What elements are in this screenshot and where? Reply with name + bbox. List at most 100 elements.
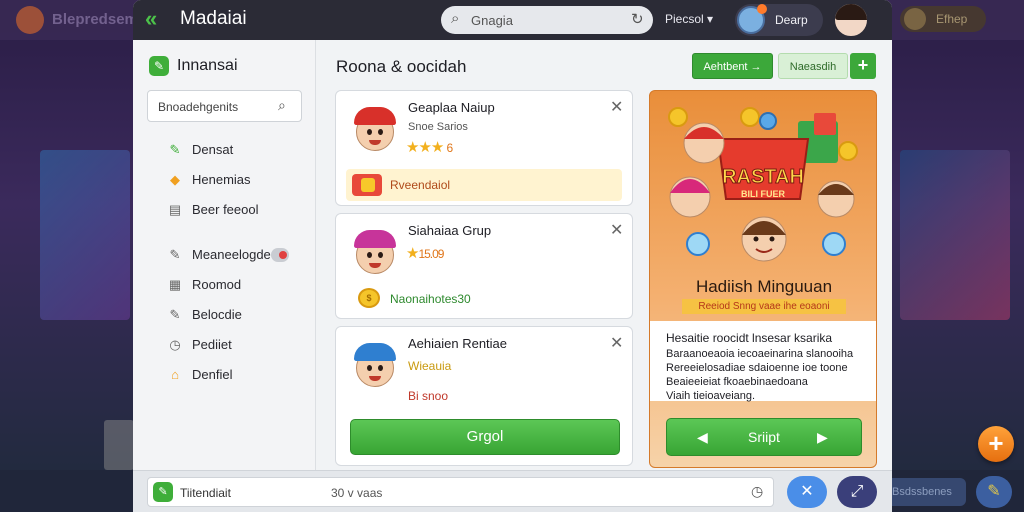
sidebar-item-label: Belocdie [192,307,242,322]
shuffle-button[interactable]: ✕ [787,476,827,508]
sidebar-item-label: Meaneelogde [192,247,271,262]
toggle-switch[interactable] [271,248,289,262]
avatar [350,103,400,155]
background-chat-icon: ✎ [976,476,1012,508]
bottom-bar: ✎ Tiitendiait 30 v vaas ◷ ✕ ⤢ [133,470,892,512]
sidebar-item-label: Roomod [192,277,242,292]
sidebar-search-input[interactable]: Bnoadehgenits ⌕ [147,90,302,122]
background-chip-label: Efhep [936,12,968,26]
rating-value: 15.09 [418,247,444,261]
card-title: Geaplaa Naiup [408,100,495,115]
primary-action-button[interactable]: Aehtbent → [692,53,773,79]
notification-badge [757,4,767,14]
sidebar-item-label: Denfiel [192,367,233,382]
toggle-knob [279,251,287,259]
banner-button-label: Sriipt [748,429,780,445]
background-billboard-right [900,150,1010,320]
play-right-icon: ▶ [817,429,828,445]
background-logo [16,6,44,34]
sidebar-search-text: Bnoadehgenits [158,100,239,114]
page-title: Roona & oocidah [336,57,467,76]
banner-description: Hesaitie roocidt lnsesar ksarika Baraano… [650,321,876,402]
join-group-button[interactable]: Grgol [350,419,620,455]
app-window: « Madaiai ⌕ Gnagia ↻ Piecsol ▾ Dearp ✎ I… [133,0,892,512]
weekly-reward-banner[interactable]: RASTAH BILI FUER Hadiish Minguuan Reeiod… [649,90,877,468]
coin-reward-text: Naonaihotes30 [390,292,471,306]
close-icon[interactable]: ✕ [610,97,623,117]
sidebar-item-label: Pediiet [192,337,232,352]
refresh-icon[interactable]: ↻ [631,10,644,28]
avatar-eye [367,129,372,135]
star-rating: ★15.09 [406,244,444,262]
close-icon[interactable]: ✕ [610,333,623,353]
message-input[interactable]: ✎ Tiitendiait 30 v vaas ◷ [147,477,774,507]
sidebar: ✎ Innansai Bnoadehgenits ⌕ ✎ Densat ◆ Henem… [133,40,316,512]
titlebar: « Madaiai ⌕ Gnagia ↻ Piecsol ▾ Dearp [133,0,892,40]
profile-avatar[interactable] [833,2,869,38]
main-content: Roona & oocidah Aehtbent → Naeasdih + Ge… [317,40,892,470]
banner-description-line: Baraanoeaoia iecoaeinarina slanooiha [666,348,854,360]
location-dropdown[interactable]: Piecsol ▾ [665,12,713,26]
pencil-icon: ✎ [169,307,181,322]
banner-tagline: Reeiod Snng vaae ihe eoaoni [682,299,846,314]
background-bottom-chip: Bsdssbenes [880,478,966,506]
card-detail: Wieauia [408,359,452,373]
chevron-down-icon: ▾ [707,12,714,26]
avatar-cap [354,343,396,361]
card-subtitle: Snoe Sarios [408,121,468,133]
sidebar-item-label: Henemias [192,172,251,187]
wrench-icon: ✎ [169,142,181,157]
rating-value: 6 [446,141,454,155]
calendar-icon: ▦ [168,277,182,292]
background-billboard-left [40,150,130,320]
rating-stars: ★ [406,245,419,262]
avatar [350,226,400,278]
banner-description-line: Viaih tieioaveiang. [666,390,756,402]
message-counter: 30 v vaas [331,486,383,500]
banner-art-subtitle: BILI FUER [741,189,785,199]
avatar-beanie [354,230,396,248]
banner-script-button[interactable]: ◀ Sriipt ▶ [666,418,862,456]
add-button[interactable]: + [850,53,876,79]
search-icon: ⌕ [451,10,460,27]
background-chip-icon [904,8,926,30]
background-bottom-chip-label: Bsdssbenes [892,486,952,498]
background-chip: Efhep [900,6,986,32]
card-title: Aehiaien Rentiae [408,336,508,351]
background-title: Blepredsemi [52,11,143,28]
user-name: Dearp [775,13,808,27]
search-input[interactable]: Gnagia [471,13,513,28]
promo-label: Rveendaiol [390,178,451,192]
background-panel [104,420,134,470]
message-text: Tiitendiait [180,486,231,500]
add-floating-button[interactable]: + [978,426,1014,462]
card-detail: Bi snoo [408,389,449,403]
avatar-cap [354,107,396,125]
avatar-eye [378,129,383,135]
secondary-action-button[interactable]: Naeasdih [778,53,848,79]
search-icon: ⌕ [278,97,286,113]
group-card[interactable]: Siahaiaa Grup ★15.09 ✕ $ Naonaihotes30 [335,213,633,319]
search-bar[interactable]: ⌕ Gnagia ↻ [441,6,653,34]
app-title: Madaiai [180,8,247,29]
banner-description-line: Beaieeieiat fkoaebinaedoana [666,376,808,388]
rating-stars: ★★★ [406,139,444,156]
promo-banner[interactable]: Rveendaiol [346,169,622,201]
back-arrows-icon[interactable]: « [145,6,157,32]
banner-description-line: Hesaitie roocidt lnsesar ksarika [666,331,833,345]
link-button[interactable]: ⤢ [837,476,877,508]
group-card[interactable]: Aehiaien Rentiae Wieauia Bi snoo ✕ Grgol [335,326,633,466]
banner-description-line: Rereeielosadiae sdaioenne ioe toone [666,362,848,374]
group-card[interactable]: Geaplaa Naiup Snoe Sarios ★★★ 6 ✕ Rveend… [335,90,633,206]
user-menu[interactable]: Dearp [735,4,823,36]
close-icon[interactable]: ✕ [610,220,623,240]
avatar-eye [378,365,383,371]
tools-icon: ✎ [169,247,181,262]
gift-icon [352,174,382,196]
folder-icon: ▤ [168,202,182,217]
banner-art-title: RASTAH [722,166,804,188]
clock-icon[interactable]: ◷ [751,483,763,500]
clock-icon: ◷ [169,337,181,352]
app-logo-icon: ✎ [149,56,169,76]
avatar-eye [367,252,372,258]
